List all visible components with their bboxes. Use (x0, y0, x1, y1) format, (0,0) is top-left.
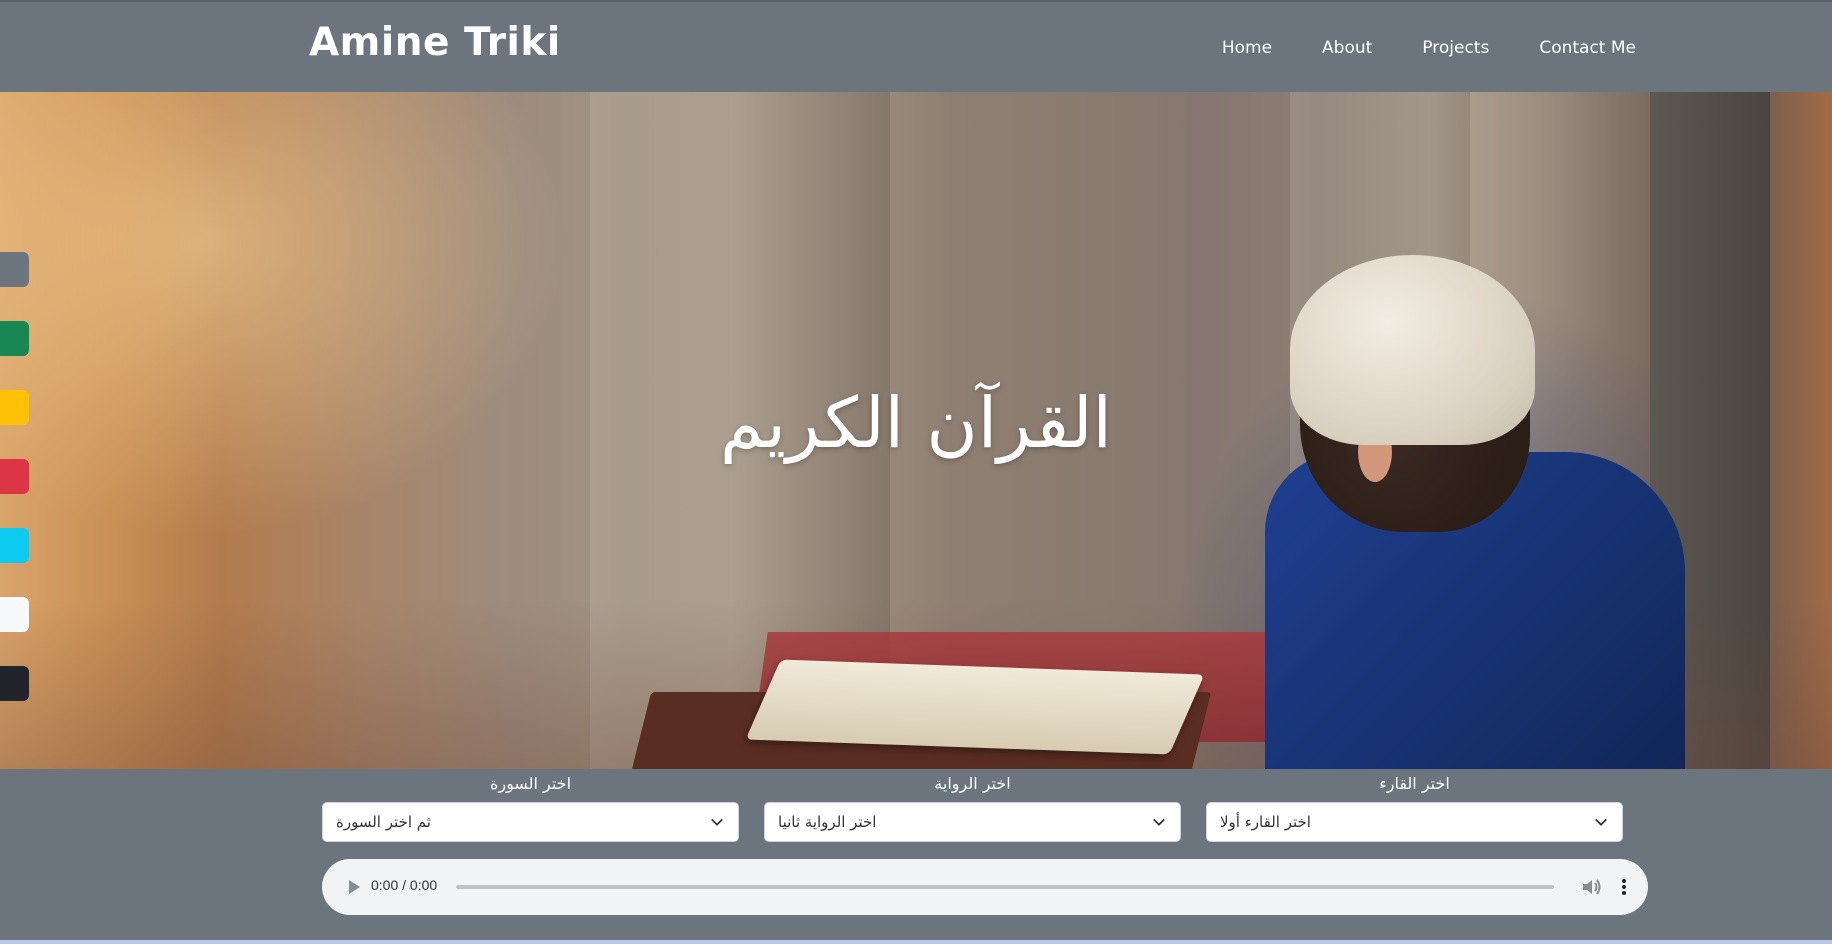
brand-title[interactable]: Amine Triki (309, 20, 561, 65)
riwaya-group: اختر الرواية اختر الرواية ثانيا (764, 773, 1181, 842)
hero-quran-book (745, 659, 1205, 755)
color-swatch-gray[interactable] (0, 252, 29, 287)
volume-icon[interactable] (1579, 875, 1603, 899)
sura-label: اختر السورة (489, 774, 572, 793)
riwaya-label: اختر الرواية (934, 774, 1011, 793)
navbar: Amine Triki Home About Projects Contact … (0, 0, 1832, 92)
more-options-icon[interactable] (1612, 875, 1636, 899)
qari-select[interactable]: اختر القارء أولا (1206, 802, 1623, 842)
audio-player: 0:00 / 0:00 (322, 859, 1648, 915)
nav-projects-link[interactable]: Projects (1422, 38, 1489, 58)
riwaya-select[interactable]: اختر الرواية ثانيا (764, 802, 1181, 842)
color-swatch-yellow[interactable] (0, 390, 29, 425)
nav-contact-link[interactable]: Contact Me (1539, 38, 1636, 58)
nav-home-link[interactable]: Home (1222, 38, 1272, 58)
riwaya-select-value: اختر الرواية ثانيا (778, 813, 877, 831)
qari-group: اختر القارء اختر القارء أولا (1206, 773, 1623, 842)
qari-select-value: اختر القارء أولا (1220, 813, 1311, 831)
color-swatch-red[interactable] (0, 459, 29, 494)
color-swatch-cyan[interactable] (0, 528, 29, 563)
color-swatch-green[interactable] (0, 321, 29, 356)
audio-seek-bar[interactable] (456, 885, 1554, 889)
chevron-down-icon (711, 818, 723, 826)
qari-label: اختر القارء (1379, 774, 1450, 793)
play-icon[interactable] (344, 877, 364, 897)
chevron-down-icon (1153, 818, 1165, 826)
chevron-down-icon (1595, 818, 1607, 826)
sura-group: اختر السورة ثم اختر السورة (322, 773, 739, 842)
color-swatch-white[interactable] (0, 597, 29, 632)
audio-time: 0:00 / 0:00 (371, 877, 438, 893)
nav-about-link[interactable]: About (1322, 38, 1372, 58)
nav-links: Home About Projects Contact Me (1222, 38, 1636, 58)
color-swatch-dark[interactable] (0, 666, 29, 701)
player-controls: اختر السورة ثم اختر السورة اختر الرواية … (0, 769, 1832, 944)
sura-select-value: ثم اختر السورة (336, 813, 431, 831)
color-switcher (0, 252, 29, 735)
page-bottom-edge (0, 940, 1832, 944)
sura-select[interactable]: ثم اختر السورة (322, 802, 739, 842)
hero-title: القرآن الكريم (719, 382, 1113, 464)
hero-banner: القرآن الكريم (0, 92, 1832, 769)
